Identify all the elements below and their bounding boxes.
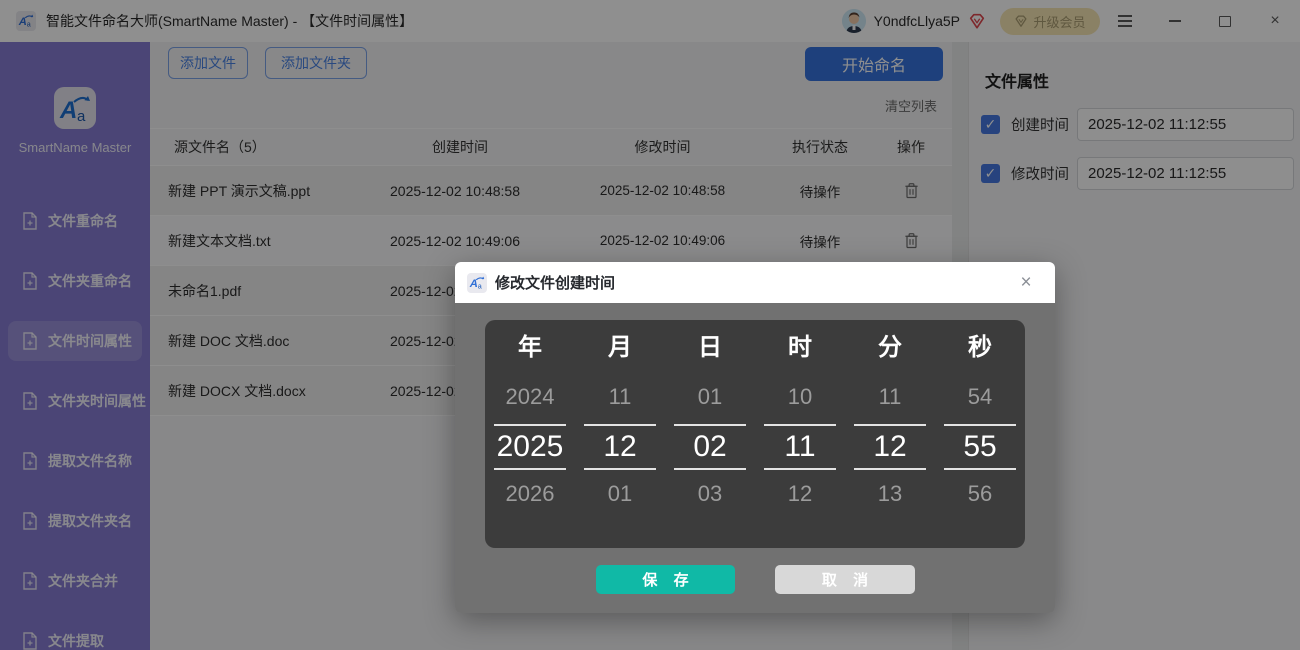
datetime-wheel-picker: 年 2024 2025 2026 月 11 12 01 日 01 02 03 时… [485,320,1025,548]
picker-value-selected[interactable]: 02 [693,426,726,468]
picker-column: 秒 54 55 56 [935,320,1025,548]
dialog-logo-icon: A a [467,272,487,293]
app-window: A a 智能文件命名大师(SmartName Master) - 【文件时间属性… [0,0,1300,650]
dialog-close-button[interactable]: × [1011,262,1041,303]
picker-value-above[interactable]: 11 [609,382,632,412]
picker-value-above[interactable]: 01 [698,382,722,412]
picker-value-below[interactable]: 03 [698,479,722,509]
picker-divider-bottom [854,468,926,470]
picker-value-above[interactable]: 54 [968,382,992,412]
picker-value-above[interactable]: 10 [788,382,812,412]
picker-divider-bottom [584,468,656,470]
picker-column: 分 11 12 13 [845,320,935,548]
picker-value-below[interactable]: 2026 [506,479,555,509]
picker-divider-bottom [494,468,566,470]
dialog-body: 年 2024 2025 2026 月 11 12 01 日 01 02 03 时… [455,303,1055,613]
picker-value-below[interactable]: 12 [788,479,812,509]
picker-divider-bottom [944,468,1016,470]
picker-value-selected[interactable]: 12 [873,426,906,468]
picker-divider-bottom [674,468,746,470]
picker-column: 时 10 11 12 [755,320,845,548]
edit-created-time-dialog: A a 修改文件创建时间 × 年 2024 2025 2026 月 11 12 … [455,262,1055,613]
picker-column: 日 01 02 03 [665,320,755,548]
dialog-title: 修改文件创建时间 [495,275,616,292]
picker-value-selected[interactable]: 55 [963,426,996,468]
picker-value-above[interactable]: 11 [879,382,902,412]
save-button[interactable]: 保 存 [596,565,735,594]
picker-column-header: 年 [518,334,542,361]
picker-column: 月 11 12 01 [575,320,665,548]
picker-value-selected[interactable]: 12 [603,426,636,468]
picker-column: 年 2024 2025 2026 [485,320,575,548]
picker-value-below[interactable]: 01 [608,479,632,509]
picker-value-above[interactable]: 2024 [506,382,555,412]
dialog-close-icon: × [1020,271,1032,293]
picker-value-below[interactable]: 56 [968,479,992,509]
picker-column-header: 分 [878,334,902,361]
picker-column-header: 月 [608,334,632,361]
dialog-header: A a 修改文件创建时间 × [455,262,1055,303]
picker-divider-bottom [764,468,836,470]
picker-value-selected[interactable]: 11 [784,426,815,468]
picker-column-header: 时 [788,334,812,361]
picker-column-header: 日 [698,334,722,361]
svg-text:a: a [478,281,482,290]
picker-value-selected[interactable]: 2025 [497,426,564,468]
picker-column-header: 秒 [968,334,992,361]
cancel-button[interactable]: 取 消 [775,565,915,594]
picker-value-below[interactable]: 13 [878,479,902,509]
